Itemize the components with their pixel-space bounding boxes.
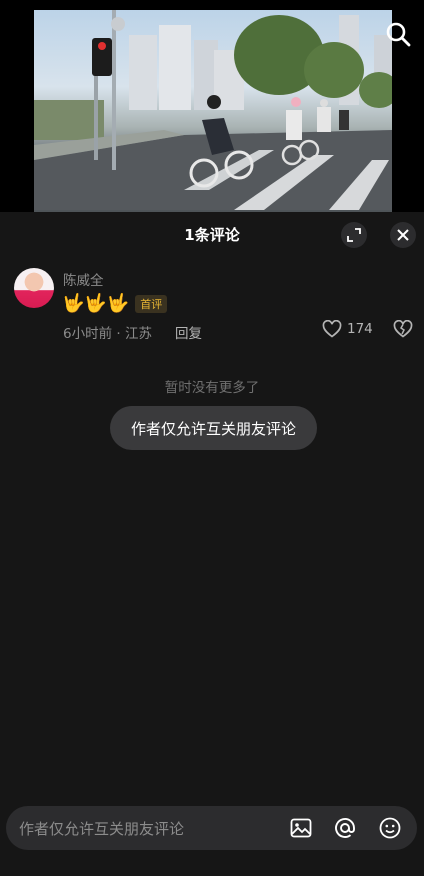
dislike-button[interactable] (393, 319, 413, 342)
first-comment-badge: 首评 (135, 295, 168, 313)
video-frame[interactable] (34, 10, 392, 212)
comment-content: 🤟🤟🤟 首评 (62, 292, 168, 316)
comment-text: 🤟🤟🤟 (62, 293, 130, 314)
search-button[interactable] (384, 20, 412, 48)
avatar[interactable] (14, 268, 54, 308)
video-scene (34, 10, 392, 210)
at-icon (335, 818, 355, 838)
video-area[interactable] (0, 0, 424, 212)
like-count: 174 (347, 321, 373, 337)
image-icon (290, 818, 312, 838)
smiley-icon (379, 817, 401, 839)
comment-meta: 6小时前 · 江苏 (63, 326, 152, 342)
heart-icon (322, 320, 342, 338)
restriction-toast: 作者仅允许互关朋友评论 (110, 406, 317, 450)
comment-item: 陈威全 🤟🤟🤟 首评 6小时前 · 江苏 回复 174 (0, 212, 424, 352)
search-icon (386, 22, 411, 47)
no-more-text: 暂时没有更多了 (164, 380, 260, 396)
like-button[interactable]: 174 (322, 320, 373, 338)
emoji-button[interactable] (378, 816, 402, 840)
mention-button[interactable] (333, 816, 357, 840)
comment-author[interactable]: 陈威全 (63, 269, 104, 289)
broken-heart-icon (393, 319, 413, 338)
comment-input-bar[interactable]: 作者仅允许互关朋友评论 (6, 806, 417, 850)
image-button[interactable] (289, 816, 313, 840)
comment-input-placeholder[interactable]: 作者仅允许互关朋友评论 (19, 818, 184, 839)
reply-button[interactable]: 回复 (175, 322, 202, 342)
